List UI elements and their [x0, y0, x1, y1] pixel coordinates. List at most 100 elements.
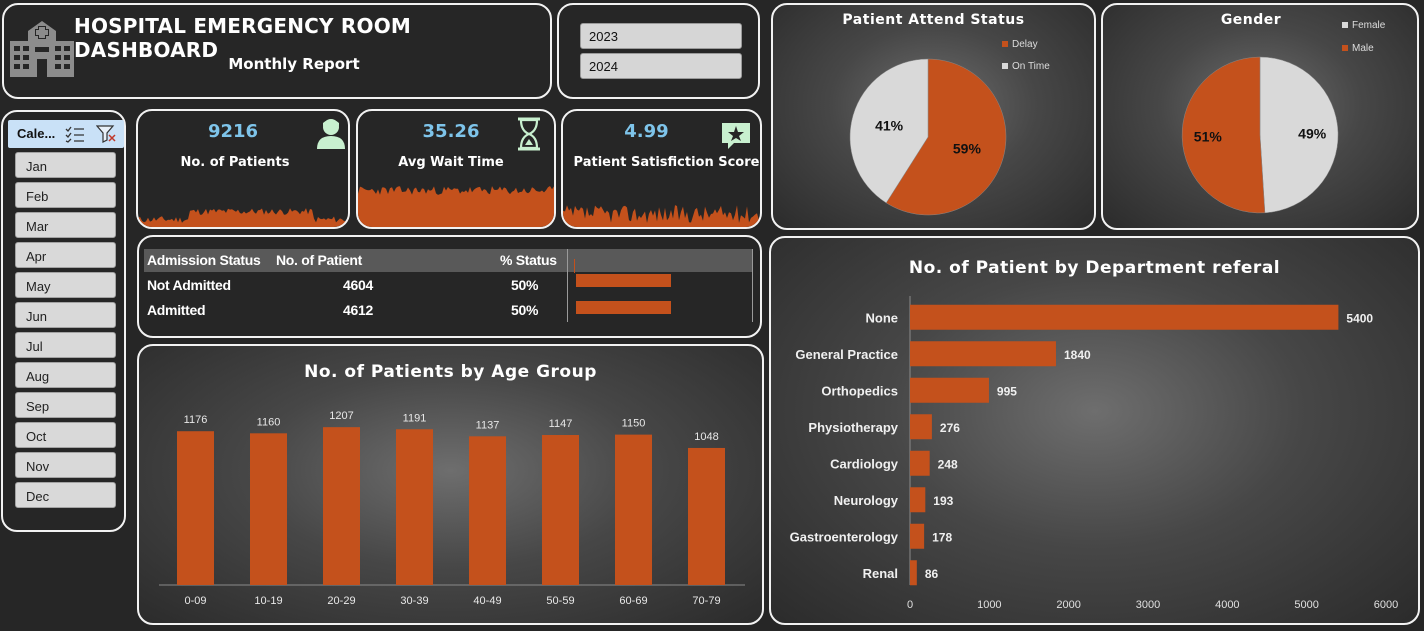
row-count: 4612	[343, 302, 373, 318]
kpi-label: Avg Wait Time	[398, 155, 504, 170]
month-button-feb[interactable]: Feb	[15, 182, 116, 208]
tick-label: 1000	[977, 599, 1001, 611]
multi-select-icon[interactable]	[65, 125, 85, 143]
data-label: 1191	[403, 412, 427, 424]
year-button-2023[interactable]: 2023	[580, 23, 742, 49]
kpi-value: 9216	[207, 121, 259, 142]
kpi-value: 4.99	[624, 121, 669, 142]
row-pct: 50%	[511, 302, 539, 318]
bar-0-09	[177, 431, 214, 585]
dashboard-header: HOSPITAL EMERGENCY ROOM DASHBOARD Monthl…	[2, 3, 552, 99]
satisfaction-sparkline	[563, 205, 760, 227]
bar-renal	[910, 560, 917, 586]
pie-label: 41%	[875, 118, 904, 134]
month-button-jul[interactable]: Jul	[15, 332, 116, 358]
tick-label: 3000	[1136, 599, 1160, 611]
tick-label: 10-19	[254, 595, 282, 607]
pie-chart: 59% 41%	[849, 58, 1007, 216]
patients-sparkline	[138, 208, 348, 227]
kpi-label: No. of Patients	[180, 155, 290, 170]
month-button-jan[interactable]: Jan	[15, 152, 116, 178]
data-label: 276	[940, 421, 960, 435]
data-label: 995	[997, 384, 1017, 398]
tick-label: 0-09	[184, 595, 206, 607]
pie-label: 59%	[953, 140, 982, 156]
year-button-2024[interactable]: 2024	[580, 53, 742, 79]
hospital-icon	[10, 21, 74, 77]
column-header-count: No. of Patient	[276, 252, 363, 268]
bar-chart: 1176 0-09 1160 10-19 1207 20-29 1191 30-39 1137 4…	[159, 410, 745, 607]
attend-status-chart: Patient Attend Status Delay On Time 59% 4…	[771, 3, 1096, 230]
column-divider	[752, 249, 753, 322]
bar-general-practice	[910, 341, 1056, 367]
admission-status-table: Admission Status No. of Patient % Status…	[137, 235, 762, 338]
bar-50-59	[542, 435, 579, 585]
bar-40-49	[469, 436, 506, 585]
wait-time-sparkline	[358, 186, 554, 227]
kpi-card-satisfaction: 4.99 Patient Satisfiction Score	[561, 109, 762, 229]
tick-label: 30-39	[400, 595, 428, 607]
row-pct: 50%	[511, 277, 539, 293]
tick-label: 2000	[1056, 599, 1080, 611]
bar-neurology	[910, 487, 926, 513]
data-bar	[576, 274, 671, 287]
month-button-dec[interactable]: Dec	[15, 482, 116, 508]
bar-30-39	[396, 429, 433, 585]
bar-chart: None 5400 General Practice 1840 Orthopedics 9…	[790, 296, 1398, 611]
tick-label: 4000	[1215, 599, 1239, 611]
tick-label: 70-79	[692, 595, 720, 607]
tick-label: 5000	[1294, 599, 1318, 611]
month-button-mar[interactable]: Mar	[15, 212, 116, 238]
category-label: None	[866, 310, 899, 325]
patient-icon	[317, 119, 345, 149]
category-label: Physiotherapy	[808, 420, 898, 435]
year-slicer: 2023 2024	[557, 3, 760, 99]
data-label: 1048	[694, 431, 718, 443]
data-label: 1150	[622, 418, 646, 430]
category-label: Neurology	[834, 493, 899, 508]
tick-label: 6000	[1374, 599, 1398, 611]
tick-label: 20-29	[327, 595, 355, 607]
category-label: Gastroenterology	[790, 529, 899, 544]
bar-gastroenterology	[910, 523, 925, 549]
month-button-oct[interactable]: Oct	[15, 422, 116, 448]
bar-cardiology	[910, 450, 930, 476]
data-bar	[576, 301, 672, 314]
bar-60-69	[615, 434, 652, 585]
dashboard-subtitle: Monthly Report	[228, 55, 360, 73]
tick-label: 50-59	[546, 595, 574, 607]
bar-10-19	[250, 433, 287, 585]
month-button-jun[interactable]: Jun	[15, 302, 116, 328]
tick-label: 40-49	[473, 595, 501, 607]
row-status: Admitted	[147, 302, 206, 318]
month-button-apr[interactable]: Apr	[15, 242, 116, 268]
bar-physiotherapy	[910, 414, 932, 440]
bar-axis-marker	[574, 259, 575, 273]
department-referral-chart: No. of Patient by Department referal Non…	[769, 236, 1420, 625]
kpi-card-wait-time: 35.26 Avg Wait Time	[356, 109, 556, 229]
star-review-icon	[722, 123, 750, 149]
data-label: 1207	[329, 410, 353, 422]
clear-filter-icon[interactable]	[96, 125, 118, 143]
data-label: 5400	[1346, 311, 1373, 325]
month-button-aug[interactable]: Aug	[15, 362, 116, 388]
bar-70-79	[688, 447, 725, 585]
kpi-label: Patient Satisfiction Score	[573, 155, 760, 170]
kpi-card-patients: 9216 No. of Patients	[136, 109, 350, 229]
slicer-header: Cale...	[8, 120, 124, 148]
data-label: 1147	[549, 418, 573, 430]
pie-label: 49%	[1298, 125, 1327, 141]
data-label: 193	[933, 494, 953, 508]
month-button-sep[interactable]: Sep	[15, 392, 116, 418]
category-label: General Practice	[795, 347, 898, 362]
pie-chart: 49% 51%	[1181, 56, 1339, 214]
data-label: 178	[932, 530, 952, 544]
column-header-pct: % Status	[500, 252, 557, 268]
tick-label: 0	[907, 599, 913, 611]
bar-20-29	[323, 427, 360, 585]
month-button-may[interactable]: May	[15, 272, 116, 298]
pie-label: 51%	[1194, 129, 1223, 145]
month-button-nov[interactable]: Nov	[15, 452, 116, 478]
row-status: Not Admitted	[147, 277, 231, 293]
bar-orthopedics	[910, 377, 989, 403]
